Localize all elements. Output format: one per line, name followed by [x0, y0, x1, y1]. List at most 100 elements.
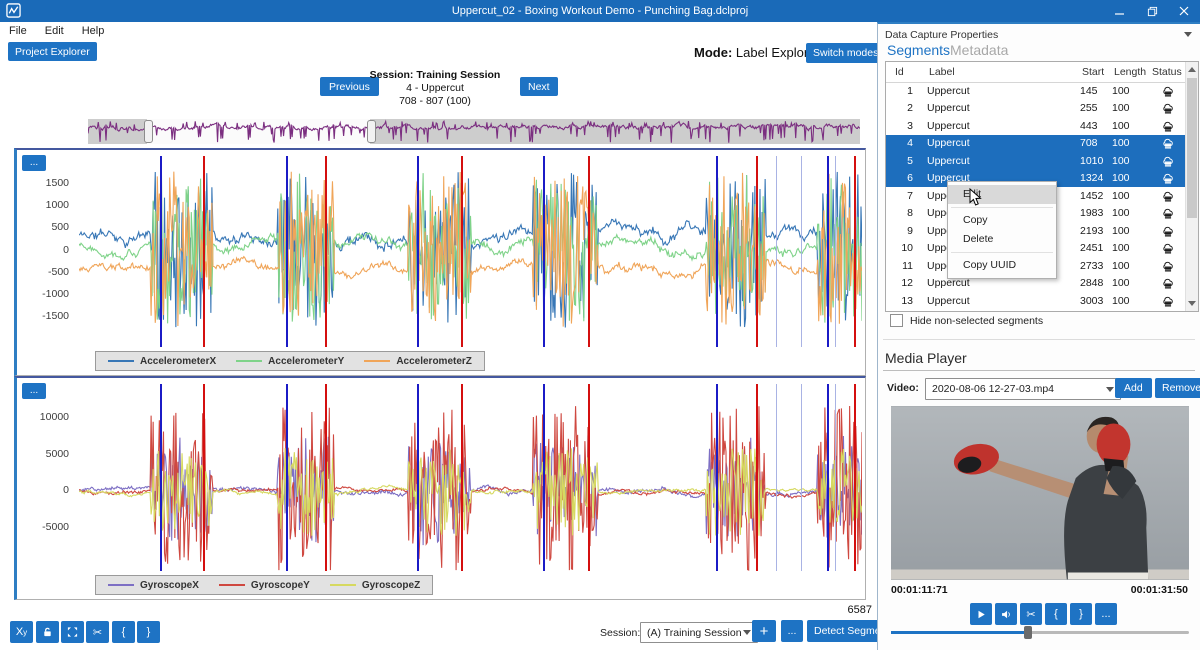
chart-options-button[interactable]: ... — [22, 155, 46, 171]
axis-scale-button[interactable]: Xy — [10, 621, 33, 643]
segment-end-line[interactable] — [461, 384, 463, 571]
tab-metadata[interactable]: Metadata — [950, 42, 1008, 58]
segment-end-line[interactable] — [461, 156, 463, 347]
volume-button[interactable] — [995, 603, 1017, 625]
segment-minor-line[interactable] — [801, 156, 802, 347]
play-button[interactable] — [970, 603, 992, 625]
add-segment-button[interactable]: + — [752, 620, 776, 642]
segment-start-line[interactable] — [543, 384, 545, 571]
column-header-id[interactable]: Id — [886, 66, 927, 78]
segment-start-line[interactable] — [417, 384, 419, 571]
segment-start-line[interactable] — [716, 156, 718, 347]
overview-right-handle[interactable] — [367, 120, 376, 143]
segment-row[interactable]: 5Uppercut1010100 — [886, 152, 1186, 170]
segment-minor-line[interactable] — [776, 156, 777, 347]
segment-start-line[interactable] — [286, 156, 288, 347]
segment-end-line[interactable] — [203, 384, 205, 571]
session-select[interactable]: (A) Training Session — [640, 622, 758, 643]
context-menu-item-edit[interactable]: Edit — [948, 185, 1056, 204]
scroll-down-icon[interactable] — [1188, 301, 1196, 306]
context-menu-item-delete[interactable]: Delete — [948, 230, 1056, 249]
segment-row[interactable]: 4Uppercut708100 — [886, 135, 1186, 153]
segment-end-line[interactable] — [756, 156, 758, 347]
column-header-start[interactable]: Start — [1080, 66, 1112, 78]
segment-end-bracket-button[interactable]: } — [137, 621, 160, 643]
segment-row[interactable]: 1Uppercut145100 — [886, 82, 1186, 100]
title-bar[interactable]: Uppercut_02 - Boxing Workout Demo - Punc… — [0, 0, 1200, 22]
tab-segments[interactable]: Segments — [887, 42, 950, 58]
segment-row[interactable]: 3Uppercut443100 — [886, 117, 1186, 135]
menu-item-file[interactable]: File — [0, 25, 36, 37]
chart-options-button[interactable]: ... — [22, 383, 46, 399]
menu-item-edit[interactable]: Edit — [36, 25, 73, 37]
segment-end-line[interactable] — [854, 384, 856, 571]
segment-start-bracket-button[interactable]: { — [112, 621, 135, 643]
context-menu-item-copy-uuid[interactable]: Copy UUID — [948, 256, 1056, 275]
menu-item-help[interactable]: Help — [73, 25, 114, 37]
overview-left-handle[interactable] — [144, 120, 153, 143]
table-scrollbar[interactable] — [1185, 62, 1198, 311]
segment-minor-line[interactable] — [776, 384, 777, 571]
next-segment-button[interactable]: Next — [520, 77, 558, 96]
segment-start-line[interactable] — [417, 156, 419, 347]
segment-id: 7 — [886, 190, 927, 202]
segment-end-line[interactable] — [588, 384, 590, 571]
minimize-button[interactable] — [1104, 0, 1136, 22]
segment-minor-line[interactable] — [835, 384, 836, 571]
y-tick-label: 10000 — [40, 411, 69, 423]
segment-start-line[interactable] — [286, 384, 288, 571]
hide-non-selected-row: Hide non-selected segments — [890, 314, 1043, 327]
segment-end-line[interactable] — [325, 156, 327, 347]
segment-minor-line[interactable] — [835, 156, 836, 347]
trim-video-button[interactable]: ✂ — [1020, 603, 1042, 625]
segment-range: 708 - 807 (100) — [360, 95, 510, 108]
cloud-sync-icon — [1150, 294, 1186, 308]
segment-start-line[interactable] — [827, 156, 829, 347]
scrollbar-thumb[interactable] — [1187, 78, 1197, 218]
segment-end-line[interactable] — [756, 384, 758, 571]
mark-start-button[interactable]: { — [1045, 603, 1067, 625]
segment-end-line[interactable] — [588, 156, 590, 347]
restore-button[interactable] — [1136, 0, 1168, 22]
cut-segment-button[interactable]: ✂ — [86, 621, 109, 643]
segment-start-line[interactable] — [716, 384, 718, 571]
column-header-label[interactable]: Label — [927, 66, 1080, 78]
scroll-up-icon[interactable] — [1188, 67, 1196, 72]
project-explorer-button[interactable]: Project Explorer — [8, 42, 97, 61]
collapse-panel-icon[interactable] — [1184, 32, 1192, 37]
accelerometer-plot-area[interactable] — [79, 156, 862, 347]
switch-modes-button[interactable]: Switch modes — [806, 43, 885, 63]
chevron-down-icon — [1106, 387, 1114, 392]
segment-end-line[interactable] — [203, 156, 205, 347]
video-select[interactable]: 2020-08-06 12-27-03.mp4 — [925, 378, 1121, 400]
hide-non-selected-checkbox[interactable] — [890, 314, 903, 327]
segment-row[interactable]: 13Uppercut3003100 — [886, 292, 1186, 310]
segment-end-line[interactable] — [325, 384, 327, 571]
segment-end-line[interactable] — [854, 156, 856, 347]
segment-row[interactable]: 2Uppercut255100 — [886, 100, 1186, 118]
mark-end-button[interactable]: } — [1070, 603, 1092, 625]
more-options-button[interactable]: ... — [781, 620, 803, 642]
segment-minor-line[interactable] — [801, 384, 802, 571]
session-overview-strip[interactable] — [88, 119, 860, 144]
context-menu-item-copy[interactable]: Copy — [948, 211, 1056, 230]
media-player-title: Media Player — [885, 350, 967, 366]
scrubber-handle[interactable] — [1024, 626, 1032, 639]
fit-to-view-button[interactable] — [61, 621, 84, 643]
segment-length: 100 — [1112, 207, 1150, 219]
remove-video-button[interactable]: Remove — [1155, 378, 1200, 398]
player-more-button[interactable]: ... — [1095, 603, 1117, 625]
segment-start-line[interactable] — [543, 156, 545, 347]
segment-start-line[interactable] — [160, 156, 162, 347]
column-header-status[interactable]: Status — [1150, 66, 1186, 78]
y-tick-label: -1000 — [42, 288, 69, 300]
close-button[interactable] — [1168, 0, 1200, 22]
video-scrubber[interactable] — [891, 631, 1189, 634]
add-video-button[interactable]: Add — [1115, 378, 1152, 398]
video-frame[interactable] — [891, 406, 1189, 580]
segment-start-line[interactable] — [160, 384, 162, 571]
gyroscope-plot-area[interactable] — [79, 384, 862, 571]
column-header-length[interactable]: Length — [1112, 66, 1150, 78]
lock-button[interactable] — [36, 621, 59, 643]
segment-start-line[interactable] — [827, 384, 829, 571]
